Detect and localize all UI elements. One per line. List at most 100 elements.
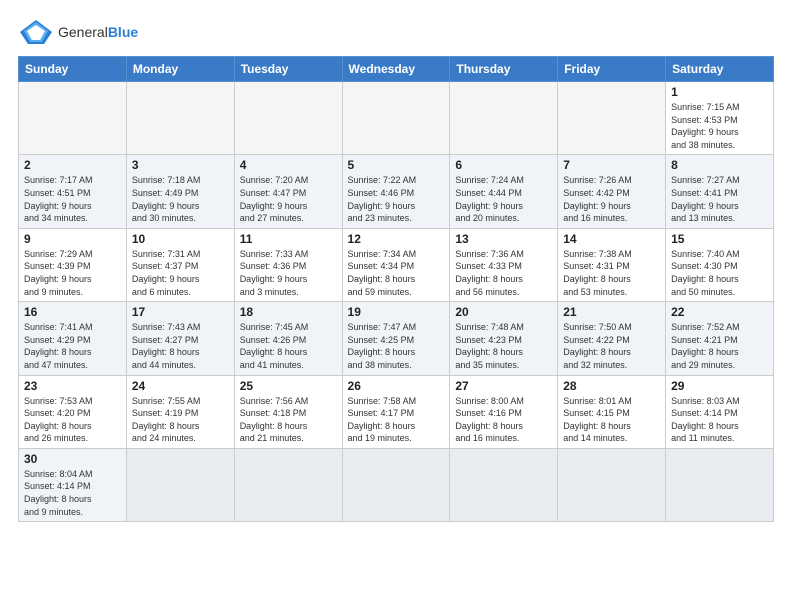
calendar-week-row: 23 Sunrise: 7:53 AM Sunset: 4:20 PM Dayli…: [19, 375, 774, 448]
calendar-day-cell: [450, 448, 558, 521]
day-number: 21: [563, 305, 660, 319]
day-info: Sunrise: 7:38 AM Sunset: 4:31 PM Dayligh…: [563, 248, 660, 298]
header: GeneralBlue: [18, 18, 774, 46]
day-number: 23: [24, 379, 121, 393]
day-info: Sunrise: 7:18 AM Sunset: 4:49 PM Dayligh…: [132, 174, 229, 224]
calendar-day-cell: 6 Sunrise: 7:24 AM Sunset: 4:44 PM Daylig…: [450, 155, 558, 228]
day-header-monday: Monday: [126, 57, 234, 82]
day-info: Sunrise: 7:36 AM Sunset: 4:33 PM Dayligh…: [455, 248, 552, 298]
day-number: 26: [348, 379, 445, 393]
day-number: 4: [240, 158, 337, 172]
calendar-day-cell: [234, 82, 342, 155]
calendar-day-cell: 13 Sunrise: 7:36 AM Sunset: 4:33 PM Dayli…: [450, 228, 558, 301]
day-info: Sunrise: 7:31 AM Sunset: 4:37 PM Dayligh…: [132, 248, 229, 298]
day-header-wednesday: Wednesday: [342, 57, 450, 82]
day-info: Sunrise: 7:56 AM Sunset: 4:18 PM Dayligh…: [240, 395, 337, 445]
day-number: 12: [348, 232, 445, 246]
day-header-sunday: Sunday: [19, 57, 127, 82]
calendar-day-cell: 30 Sunrise: 8:04 AM Sunset: 4:14 PM Dayli…: [19, 448, 127, 521]
day-info: Sunrise: 7:15 AM Sunset: 4:53 PM Dayligh…: [671, 101, 768, 151]
day-info: Sunrise: 8:04 AM Sunset: 4:14 PM Dayligh…: [24, 468, 121, 518]
day-number: 1: [671, 85, 768, 99]
calendar-day-cell: [558, 82, 666, 155]
calendar-day-cell: [19, 82, 127, 155]
calendar-day-cell: 4 Sunrise: 7:20 AM Sunset: 4:47 PM Daylig…: [234, 155, 342, 228]
calendar-week-row: 16 Sunrise: 7:41 AM Sunset: 4:29 PM Dayli…: [19, 302, 774, 375]
calendar-day-cell: 21 Sunrise: 7:50 AM Sunset: 4:22 PM Dayli…: [558, 302, 666, 375]
day-info: Sunrise: 7:43 AM Sunset: 4:27 PM Dayligh…: [132, 321, 229, 371]
calendar-day-cell: 1 Sunrise: 7:15 AM Sunset: 4:53 PM Daylig…: [666, 82, 774, 155]
calendar-day-cell: [342, 448, 450, 521]
day-number: 2: [24, 158, 121, 172]
calendar-day-cell: 23 Sunrise: 7:53 AM Sunset: 4:20 PM Dayli…: [19, 375, 127, 448]
day-number: 25: [240, 379, 337, 393]
day-info: Sunrise: 7:48 AM Sunset: 4:23 PM Dayligh…: [455, 321, 552, 371]
calendar-day-cell: 17Sunrise: 7:43 AM Sunset: 4:27 PM Dayli…: [126, 302, 234, 375]
day-info: Sunrise: 7:47 AM Sunset: 4:25 PM Dayligh…: [348, 321, 445, 371]
calendar-week-row: 1 Sunrise: 7:15 AM Sunset: 4:53 PM Daylig…: [19, 82, 774, 155]
day-number: 20: [455, 305, 552, 319]
calendar-day-cell: [558, 448, 666, 521]
calendar-day-cell: 20 Sunrise: 7:48 AM Sunset: 4:23 PM Dayli…: [450, 302, 558, 375]
calendar-day-cell: [666, 448, 774, 521]
day-info: Sunrise: 7:45 AM Sunset: 4:26 PM Dayligh…: [240, 321, 337, 371]
day-info: Sunrise: 7:40 AM Sunset: 4:30 PM Dayligh…: [671, 248, 768, 298]
calendar-day-cell: 24Sunrise: 7:55 AM Sunset: 4:19 PM Dayli…: [126, 375, 234, 448]
day-number: 3: [132, 158, 229, 172]
day-number: 22: [671, 305, 768, 319]
calendar-week-row: 9 Sunrise: 7:29 AM Sunset: 4:39 PM Daylig…: [19, 228, 774, 301]
day-info: Sunrise: 7:29 AM Sunset: 4:39 PM Dayligh…: [24, 248, 121, 298]
day-info: Sunrise: 7:20 AM Sunset: 4:47 PM Dayligh…: [240, 174, 337, 224]
day-info: Sunrise: 8:00 AM Sunset: 4:16 PM Dayligh…: [455, 395, 552, 445]
logo-icon: [18, 18, 54, 46]
day-info: Sunrise: 8:01 AM Sunset: 4:15 PM Dayligh…: [563, 395, 660, 445]
calendar-day-cell: 26 Sunrise: 7:58 AM Sunset: 4:17 PM Dayli…: [342, 375, 450, 448]
calendar-day-cell: 18Sunrise: 7:45 AM Sunset: 4:26 PM Dayli…: [234, 302, 342, 375]
calendar-week-row: 30 Sunrise: 8:04 AM Sunset: 4:14 PM Dayli…: [19, 448, 774, 521]
calendar-day-cell: [234, 448, 342, 521]
calendar-day-cell: 8Sunrise: 7:27 AM Sunset: 4:41 PM Daylig…: [666, 155, 774, 228]
calendar-day-cell: 2 Sunrise: 7:17 AM Sunset: 4:51 PM Daylig…: [19, 155, 127, 228]
day-number: 8: [671, 158, 768, 172]
calendar-day-cell: 5 Sunrise: 7:22 AM Sunset: 4:46 PM Daylig…: [342, 155, 450, 228]
day-info: Sunrise: 7:53 AM Sunset: 4:20 PM Dayligh…: [24, 395, 121, 445]
day-info: Sunrise: 7:58 AM Sunset: 4:17 PM Dayligh…: [348, 395, 445, 445]
day-number: 29: [671, 379, 768, 393]
day-header-thursday: Thursday: [450, 57, 558, 82]
day-number: 27: [455, 379, 552, 393]
day-number: 16: [24, 305, 121, 319]
day-number: 5: [348, 158, 445, 172]
day-info: Sunrise: 7:24 AM Sunset: 4:44 PM Dayligh…: [455, 174, 552, 224]
day-header-friday: Friday: [558, 57, 666, 82]
day-number: 6: [455, 158, 552, 172]
calendar-day-cell: 29Sunrise: 8:03 AM Sunset: 4:14 PM Dayli…: [666, 375, 774, 448]
calendar-day-cell: 3 Sunrise: 7:18 AM Sunset: 4:49 PM Daylig…: [126, 155, 234, 228]
calendar-day-cell: 27 Sunrise: 8:00 AM Sunset: 4:16 PM Dayli…: [450, 375, 558, 448]
calendar-table: SundayMondayTuesdayWednesdayThursdayFrid…: [18, 56, 774, 522]
day-info: Sunrise: 7:22 AM Sunset: 4:46 PM Dayligh…: [348, 174, 445, 224]
calendar-day-cell: 11Sunrise: 7:33 AM Sunset: 4:36 PM Dayli…: [234, 228, 342, 301]
day-info: Sunrise: 7:26 AM Sunset: 4:42 PM Dayligh…: [563, 174, 660, 224]
day-info: Sunrise: 7:17 AM Sunset: 4:51 PM Dayligh…: [24, 174, 121, 224]
day-number: 13: [455, 232, 552, 246]
day-number: 7: [563, 158, 660, 172]
day-info: Sunrise: 7:41 AM Sunset: 4:29 PM Dayligh…: [24, 321, 121, 371]
day-header-tuesday: Tuesday: [234, 57, 342, 82]
logo: GeneralBlue: [18, 18, 138, 46]
calendar-day-cell: 15Sunrise: 7:40 AM Sunset: 4:30 PM Dayli…: [666, 228, 774, 301]
day-number: 9: [24, 232, 121, 246]
calendar-day-cell: 25 Sunrise: 7:56 AM Sunset: 4:18 PM Dayli…: [234, 375, 342, 448]
calendar-day-cell: 28 Sunrise: 8:01 AM Sunset: 4:15 PM Dayli…: [558, 375, 666, 448]
day-info: Sunrise: 7:50 AM Sunset: 4:22 PM Dayligh…: [563, 321, 660, 371]
calendar-day-cell: 19Sunrise: 7:47 AM Sunset: 4:25 PM Dayli…: [342, 302, 450, 375]
calendar-day-cell: 16 Sunrise: 7:41 AM Sunset: 4:29 PM Dayli…: [19, 302, 127, 375]
day-number: 14: [563, 232, 660, 246]
day-number: 10: [132, 232, 229, 246]
calendar-day-cell: 14 Sunrise: 7:38 AM Sunset: 4:31 PM Dayli…: [558, 228, 666, 301]
calendar-week-row: 2 Sunrise: 7:17 AM Sunset: 4:51 PM Daylig…: [19, 155, 774, 228]
calendar-day-cell: [342, 82, 450, 155]
day-number: 28: [563, 379, 660, 393]
day-number: 30: [24, 452, 121, 466]
calendar-page: GeneralBlue SundayMondayTuesdayWednesday…: [0, 0, 792, 612]
calendar-day-cell: 12Sunrise: 7:34 AM Sunset: 4:34 PM Dayli…: [342, 228, 450, 301]
